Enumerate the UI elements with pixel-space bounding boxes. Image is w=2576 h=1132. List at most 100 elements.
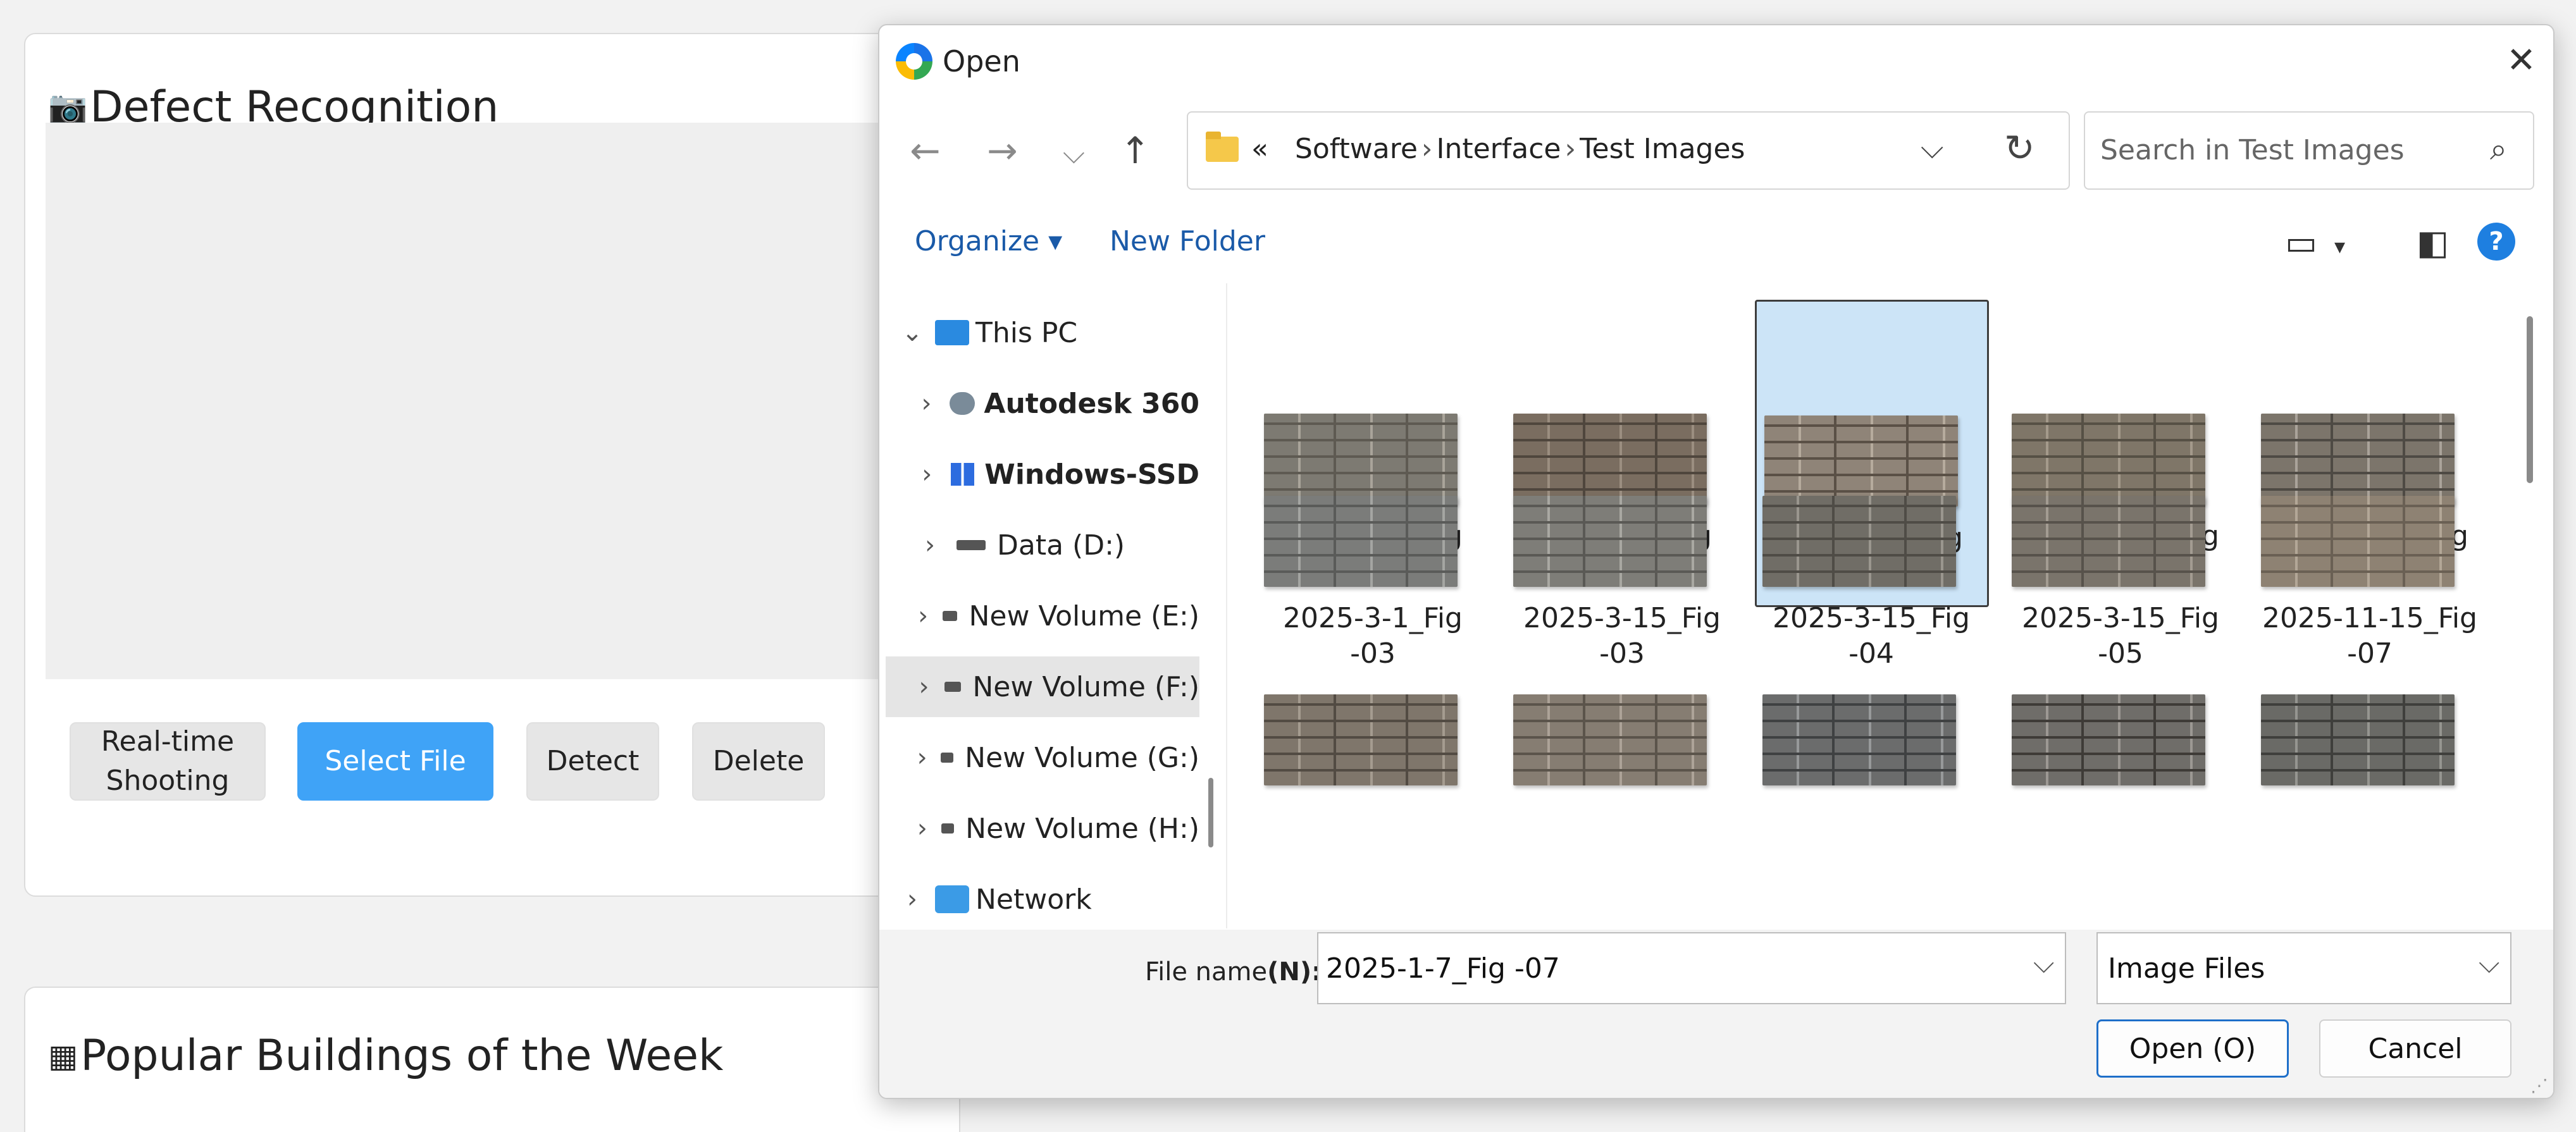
tree-item-this-pc[interactable]: ⌄ This PC [898, 302, 1199, 363]
tree-item-label: Autodesk 360 [984, 387, 1199, 420]
breadcrumb-overflow[interactable]: « [1251, 133, 1268, 165]
chevron-right-icon[interactable]: › [916, 814, 929, 843]
navigation-scrollbar[interactable] [1208, 778, 1213, 847]
tree-item-data-d[interactable]: › Data (D:) [916, 515, 1199, 575]
dialog-title: Open [943, 44, 1020, 78]
image-thumbnail [1762, 496, 1956, 587]
popular-buildings-title: ▦ Popular Buildings of the Week [48, 1031, 723, 1081]
chevron-right-icon[interactable]: › [916, 389, 937, 418]
image-thumbnail [2261, 414, 2455, 505]
image-thumbnail [1264, 414, 1458, 505]
cancel-button[interactable]: Cancel [2319, 1019, 2511, 1078]
drive-icon [957, 540, 986, 550]
file-item[interactable] [1506, 694, 1740, 928]
up-arrow-icon[interactable]: ↑ [1120, 132, 1151, 169]
delete-button[interactable]: Delete [692, 722, 825, 801]
detect-button[interactable]: Detect [526, 722, 659, 801]
image-thumbnail [2261, 496, 2455, 587]
file-name-text: 2025-3-1_Fig -03 [1283, 602, 1463, 670]
tree-item-label: Windows-SSD [984, 458, 1199, 491]
file-grid-scrollbar[interactable] [2527, 316, 2533, 483]
new-folder-button[interactable]: New Folder [1110, 225, 1265, 257]
drive-icon [944, 682, 962, 692]
image-thumbnail [1264, 694, 1458, 785]
tree-item-label: Network [975, 883, 1092, 916]
chevron-down-icon[interactable]: ⌄ [898, 318, 926, 347]
file-item[interactable] [2004, 694, 2238, 928]
file-name-text: 2025-3-15_Fig -05 [2022, 602, 2219, 670]
forward-arrow-icon[interactable]: → [987, 132, 1018, 169]
file-type-value: Image Files [2108, 952, 2265, 985]
realtime-shooting-button[interactable]: Real-time Shooting [70, 722, 266, 801]
tree-item-autodesk[interactable]: › Autodesk 360 [916, 373, 1199, 434]
computer-icon [935, 320, 969, 345]
chevron-right-icon[interactable]: › [916, 672, 932, 701]
app-logo-icon [896, 43, 932, 80]
folder-icon [1206, 132, 1239, 162]
tree-item-label: New Volume (F:) [972, 670, 1199, 703]
refresh-icon[interactable]: ↻ [2004, 126, 2035, 169]
image-thumbnail [1764, 415, 1958, 507]
breadcrumb-software[interactable]: Software [1295, 133, 1418, 165]
breadcrumb-test-images[interactable]: Test Images [1580, 133, 1745, 165]
tree-item-label: New Volume (G:) [965, 741, 1199, 774]
resize-grip-icon[interactable]: ⋰ [2530, 1075, 2548, 1096]
drive-icon [941, 753, 954, 763]
tree-item-volume-h[interactable]: › New Volume (H:) [916, 798, 1199, 859]
drive-icon [943, 611, 958, 621]
search-input[interactable]: Search in Test Images [2100, 134, 2405, 166]
chevron-down-icon[interactable]: ⌵ [2479, 947, 2499, 980]
image-thumbnail [2012, 694, 2205, 785]
chevron-right-icon[interactable]: › [898, 885, 926, 914]
file-name-hotkey: (N): [1267, 957, 1322, 987]
file-name-value: 2025-1-7_Fig -07 [1326, 952, 1560, 985]
open-button[interactable]: Open (O) [2096, 1019, 2289, 1078]
select-file-button[interactable]: Select File [297, 722, 493, 801]
address-bar[interactable]: « Software › Interface › Test Images ⌵ ↻ [1187, 111, 2070, 190]
tree-item-label: Data (D:) [997, 529, 1125, 562]
search-box[interactable]: Search in Test Images ⌕ [2084, 111, 2534, 190]
image-thumbnail [1513, 496, 1707, 587]
image-thumbnail [1762, 694, 1956, 785]
file-item[interactable] [1256, 694, 1490, 928]
pane-divider[interactable] [1226, 283, 1227, 928]
preview-pane-icon[interactable]: ◧ [2417, 223, 2449, 262]
popular-title-text: Popular Buildings of the Week [80, 1031, 724, 1081]
view-dropdown-icon[interactable]: ▾ [2334, 234, 2345, 259]
file-name-input[interactable]: 2025-1-7_Fig -07 ⌵ [1317, 932, 2066, 1004]
cloud-icon [949, 392, 975, 415]
image-thumbnail [1264, 496, 1458, 587]
tree-item-volume-e[interactable]: › New Volume (E:) [916, 586, 1199, 646]
breadcrumb-interface[interactable]: Interface [1437, 133, 1561, 165]
file-name-text: 2025-3-15_Fig -03 [1523, 602, 1721, 670]
chevron-down-icon[interactable]: ⌵ [1921, 130, 1943, 166]
grid-icon: ▦ [48, 1037, 78, 1074]
search-icon: ⌕ [2490, 132, 2507, 167]
tree-item-volume-f[interactable]: › New Volume (F:) [886, 656, 1199, 717]
file-item[interactable] [1755, 694, 1989, 928]
tree-item-windows-ssd[interactable]: › Windows-SSD [916, 444, 1199, 505]
image-thumbnail [2012, 414, 2205, 505]
file-type-select[interactable]: Image Files ⌵ [2096, 932, 2511, 1004]
file-name-label: File name(N): [1145, 957, 1322, 987]
camera-icon: 📷 [48, 89, 88, 125]
help-icon[interactable]: ? [2477, 223, 2515, 261]
close-icon[interactable]: ✕ [2506, 42, 2536, 80]
open-file-dialog: Open ✕ ← → ⌵ ↑ « Software › Interface › Test… [878, 24, 2554, 1099]
view-options-icon[interactable]: ▭ [2285, 223, 2317, 262]
file-name-label-text: File name [1145, 957, 1268, 987]
back-arrow-icon[interactable]: ← [910, 132, 941, 169]
chevron-right-icon[interactable]: › [916, 601, 930, 631]
tree-item-network[interactable]: › Network [898, 869, 1199, 930]
chevron-right-icon[interactable]: › [916, 743, 928, 772]
chevron-right-icon[interactable]: › [916, 531, 944, 560]
windows-drive-icon [950, 463, 975, 486]
recent-locations-chevron-icon[interactable]: ⌵ [1063, 134, 1085, 172]
chevron-down-icon[interactable]: ⌵ [2033, 947, 2054, 980]
chevron-right-icon[interactable]: › [916, 460, 938, 489]
image-preview-area [46, 123, 936, 679]
image-thumbnail [1513, 694, 1707, 785]
tree-item-volume-g[interactable]: › New Volume (G:) [916, 727, 1199, 788]
organize-button[interactable]: Organize ▾ [915, 225, 1062, 257]
file-item[interactable] [2253, 694, 2487, 928]
